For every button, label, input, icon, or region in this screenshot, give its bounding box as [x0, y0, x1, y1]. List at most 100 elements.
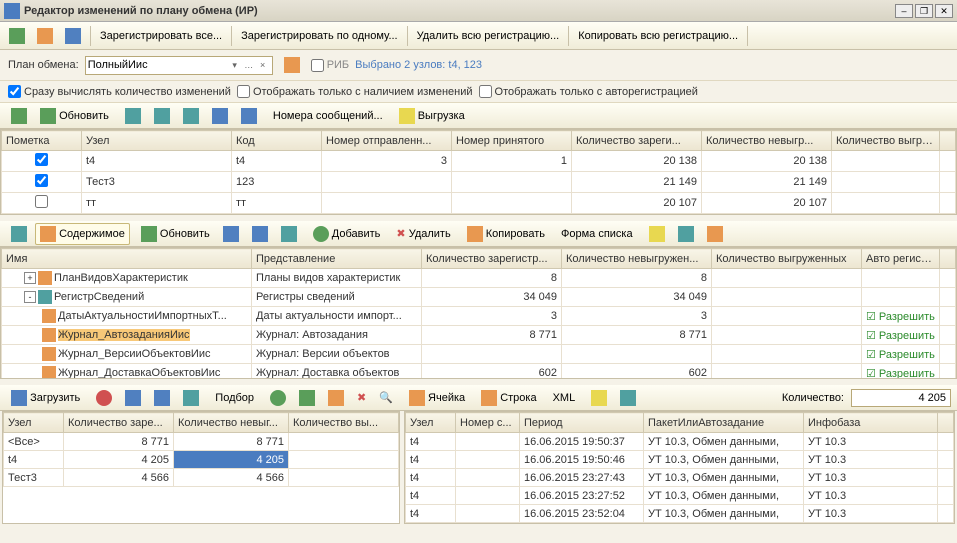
only-changes-checkbox[interactable]: Отображать только с наличием изменений: [237, 85, 473, 98]
close-button[interactable]: ✕: [935, 4, 953, 18]
check-icon[interactable]: [6, 105, 32, 127]
folder2-icon[interactable]: [586, 387, 612, 409]
table-row[interactable]: t416.06.2015 23:27:43УТ 10.3, Обмен данн…: [406, 469, 954, 487]
rcol-period[interactable]: Период: [520, 413, 644, 433]
lcol-exp[interactable]: Количество вы...: [289, 413, 399, 433]
list-form-button[interactable]: Форма списка: [556, 225, 638, 243]
expand-icon[interactable]: -: [24, 291, 36, 303]
copy2-icon[interactable]: [323, 387, 349, 409]
table-row[interactable]: Тест34 5664 566: [4, 469, 399, 487]
grid4-icon[interactable]: [276, 223, 302, 245]
refresh2-button[interactable]: Обновить: [136, 223, 215, 245]
search2-icon[interactable]: 🔍: [374, 388, 398, 407]
filter-button[interactable]: Подбор: [210, 389, 259, 407]
stop-icon[interactable]: [91, 387, 117, 409]
doc-icon[interactable]: [32, 25, 58, 47]
refresh-button[interactable]: Обновить: [35, 105, 114, 127]
only-autoreg-checkbox[interactable]: Отображать только с авторегистрацией: [479, 85, 698, 98]
right-table[interactable]: Узел Номер с... Период ПакетИлиАвтозадан…: [404, 411, 955, 524]
col-node[interactable]: Узел: [82, 131, 232, 151]
delete2-icon[interactable]: ✖: [352, 388, 371, 407]
tool1-icon[interactable]: [673, 223, 699, 245]
ccol-unexp[interactable]: Количество невыгружен...: [562, 249, 712, 269]
rib-checkbox[interactable]: РИБ: [311, 59, 349, 72]
table-row[interactable]: t416.06.2015 23:52:04УТ 10.3, Обмен данн…: [406, 505, 954, 523]
table-row[interactable]: <Все>8 7718 771: [4, 433, 399, 451]
col-unexp[interactable]: Количество невыгр...: [702, 131, 832, 151]
table-row[interactable]: t44 2054 205: [4, 451, 399, 469]
grid3-icon[interactable]: [178, 105, 204, 127]
bsort1-icon[interactable]: [120, 387, 146, 409]
search-icon[interactable]: [279, 54, 305, 76]
sort-asc-icon[interactable]: [207, 105, 233, 127]
table-row[interactable]: тттт 20 10720 107: [2, 193, 956, 214]
ccol-exp[interactable]: Количество выгруженных: [712, 249, 862, 269]
ccol-repr[interactable]: Представление: [252, 249, 422, 269]
delete-all-button[interactable]: Удалить всю регистрацию...: [412, 27, 565, 45]
sort1-icon[interactable]: [218, 223, 244, 245]
qty-input[interactable]: [851, 389, 951, 407]
tree-row[interactable]: Журнал_ВерсииОбъектовИисЖурнал: Версии о…: [2, 345, 956, 364]
col-code[interactable]: Код: [232, 131, 322, 151]
tree-row[interactable]: Журнал_ДоставкаОбъектовИисЖурнал: Достав…: [2, 364, 956, 380]
table-row[interactable]: Тест3123 21 14921 149: [2, 172, 956, 193]
row-button[interactable]: Строка: [476, 387, 541, 409]
col-recv[interactable]: Номер принятого: [452, 131, 572, 151]
refresh3-icon[interactable]: [294, 387, 320, 409]
table-row[interactable]: t416.06.2015 23:27:52УТ 10.3, Обмен данн…: [406, 487, 954, 505]
col-mark[interactable]: Пометка: [2, 131, 82, 151]
rcol-msg[interactable]: Номер с...: [456, 413, 520, 433]
immediate-count-checkbox[interactable]: Сразу вычислять количество изменений: [8, 85, 231, 98]
table-row[interactable]: t416.06.2015 19:50:46УТ 10.3, Обмен данн…: [406, 451, 954, 469]
col-exp[interactable]: Количество выгру...: [832, 131, 940, 151]
add-button[interactable]: Добавить: [308, 223, 386, 245]
minimize-button[interactable]: –: [895, 4, 913, 18]
plan-ellipsis-icon[interactable]: …: [242, 60, 256, 70]
xml-button[interactable]: XML: [548, 389, 581, 407]
add-circle-icon[interactable]: [265, 387, 291, 409]
export-button[interactable]: Выгрузка: [394, 105, 470, 127]
grid2-icon[interactable]: [149, 105, 175, 127]
tree-row[interactable]: Журнал_АвтозаданияИисЖурнал: Автозадания…: [2, 326, 956, 345]
sort2-icon[interactable]: [247, 223, 273, 245]
sort-desc-icon[interactable]: [236, 105, 262, 127]
table-row[interactable]: t416.06.2015 19:50:37УТ 10.3, Обмен данн…: [406, 433, 954, 451]
tool2-icon[interactable]: [702, 223, 728, 245]
msg-numbers-button[interactable]: Номера сообщений...: [268, 107, 388, 125]
ccol-reg[interactable]: Количество зарегистр...: [422, 249, 562, 269]
maximize-button[interactable]: ❐: [915, 4, 933, 18]
left-table[interactable]: Узел Количество заре... Количество невыг…: [2, 411, 400, 524]
rcol-ib[interactable]: Инфобаза: [804, 413, 938, 433]
lcol-unexp[interactable]: Количество невыг...: [174, 413, 289, 433]
bgrid-icon[interactable]: [178, 387, 204, 409]
col-sent[interactable]: Номер отправленн...: [322, 131, 452, 151]
rcol-packet[interactable]: ПакетИлиАвтозадание: [644, 413, 804, 433]
row-checkbox[interactable]: [35, 195, 48, 208]
cell-button[interactable]: Ячейка: [404, 387, 470, 409]
plan-combo[interactable]: ▾ … ×: [85, 56, 273, 75]
lcol-reg[interactable]: Количество заре...: [64, 413, 174, 433]
user-icon[interactable]: [60, 25, 86, 47]
plan-dropdown-icon[interactable]: ▾: [228, 60, 242, 71]
copy-button[interactable]: Копировать: [462, 223, 550, 245]
register-one-button[interactable]: Зарегистрировать по одному...: [236, 27, 402, 45]
lcol-node[interactable]: Узел: [4, 413, 64, 433]
plan-input[interactable]: [88, 59, 228, 71]
row-checkbox[interactable]: [35, 174, 48, 187]
grid-icon[interactable]: [6, 223, 32, 245]
folder-icon[interactable]: [644, 223, 670, 245]
row-checkbox[interactable]: [35, 153, 48, 166]
ccol-auto[interactable]: Авто регистрация: [862, 249, 940, 269]
rcol-node[interactable]: Узел: [406, 413, 456, 433]
load-button[interactable]: Загрузить: [6, 387, 85, 409]
col-reg[interactable]: Количество зареги...: [572, 131, 702, 151]
delete-button[interactable]: ✖ Удалить: [391, 224, 455, 243]
ccol-name[interactable]: Имя: [2, 249, 252, 269]
grid1-icon[interactable]: [120, 105, 146, 127]
expand-icon[interactable]: +: [24, 272, 36, 284]
content-table[interactable]: Имя Представление Количество зарегистр..…: [0, 247, 957, 379]
tree-row[interactable]: +ПланВидовХарактеристикПланы видов харак…: [2, 269, 956, 288]
tree-row[interactable]: ДатыАктуальностиИмпортныхТ...Даты актуал…: [2, 307, 956, 326]
register-all-button[interactable]: Зарегистрировать все...: [95, 27, 227, 45]
plan-clear-icon[interactable]: ×: [256, 60, 270, 70]
